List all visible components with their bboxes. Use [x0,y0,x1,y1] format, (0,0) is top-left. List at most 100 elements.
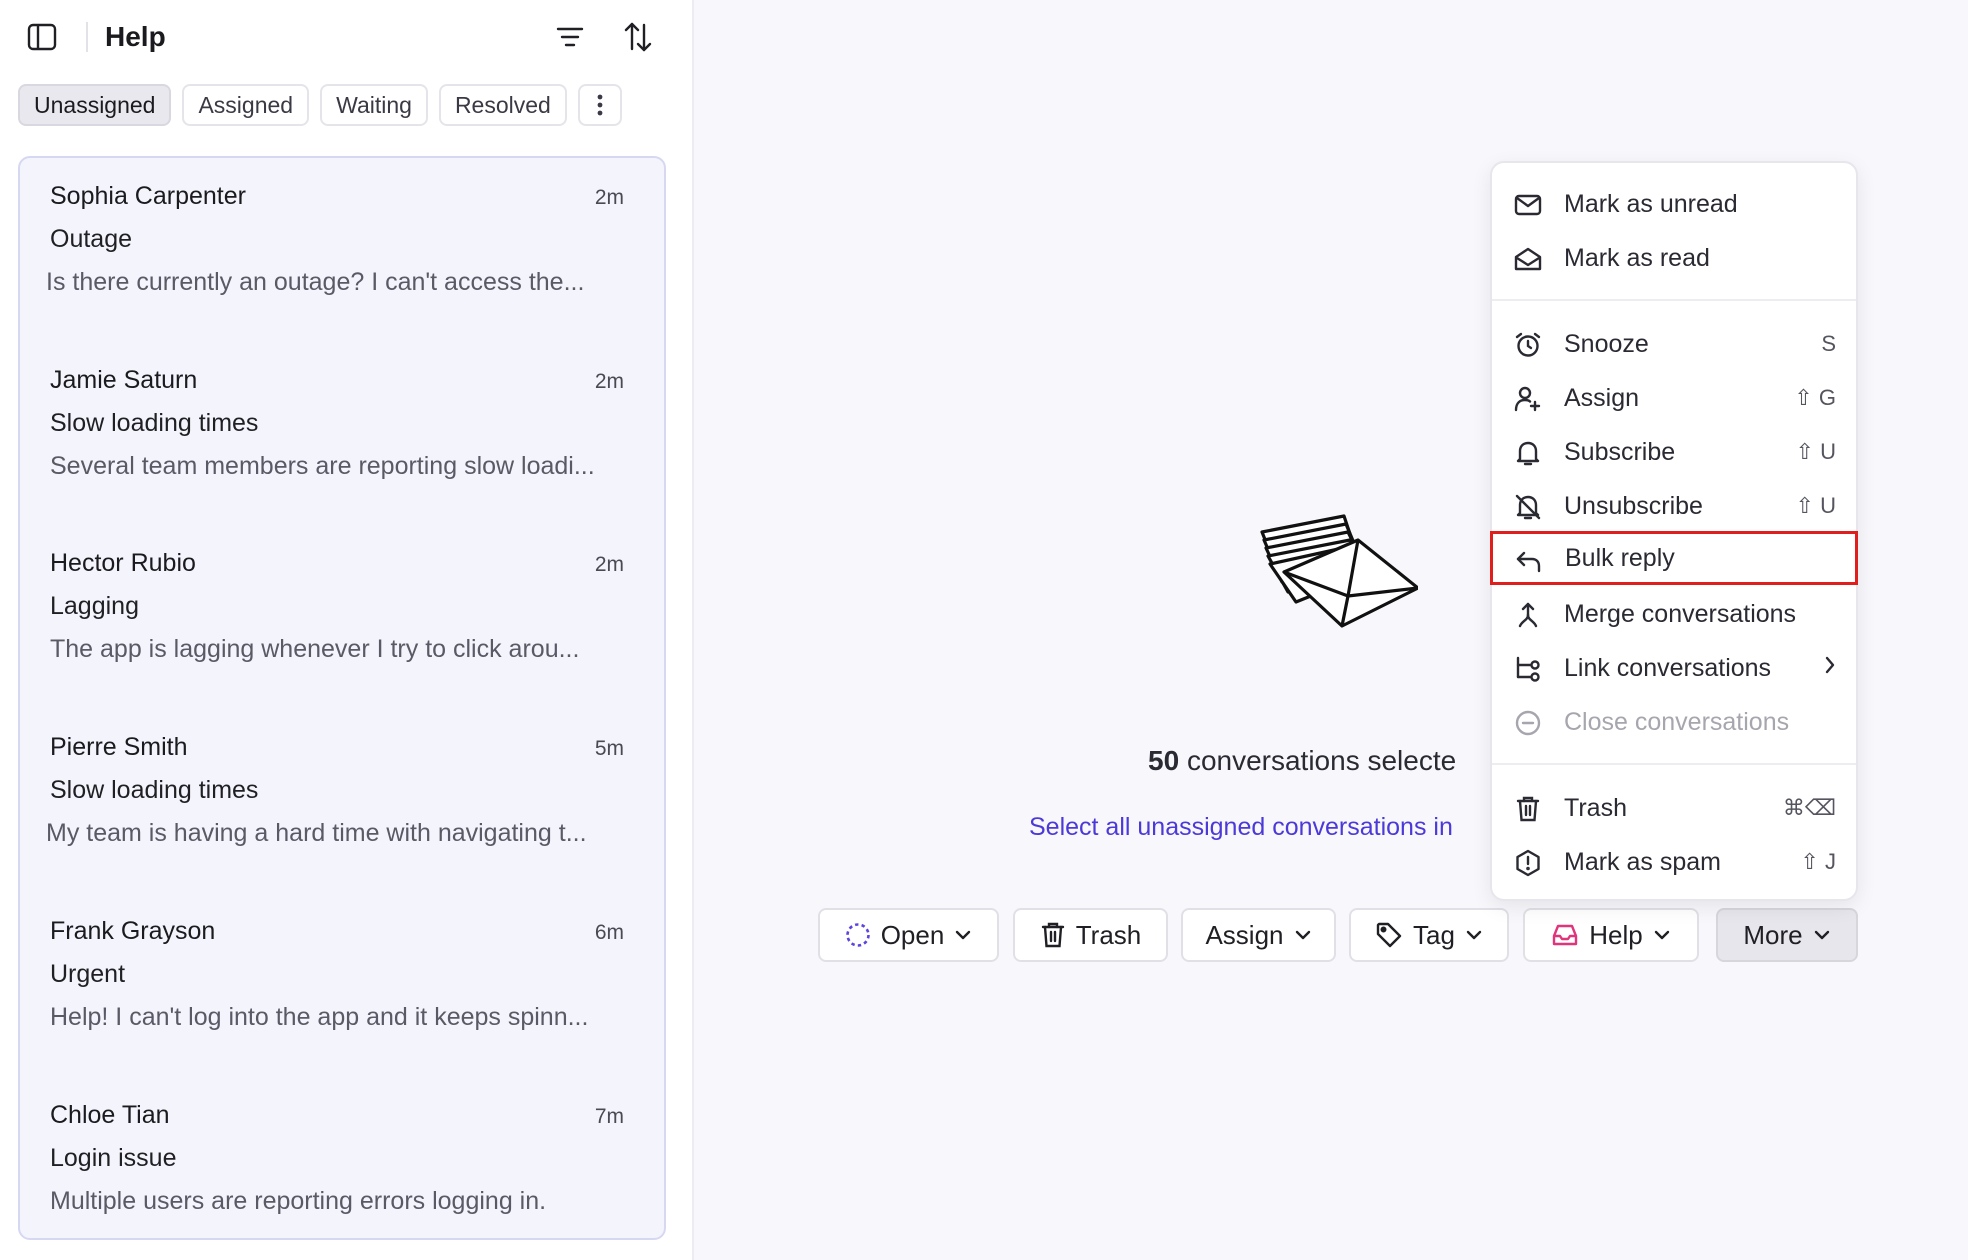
filter-button[interactable] [552,20,588,54]
trash-icon [1514,795,1542,823]
conversation-preview: My team is having a hard time with navig… [46,819,587,847]
menu-item-merge[interactable]: Merge conversations [1492,587,1856,641]
status-open-button[interactable]: Open [818,908,999,962]
menu-item-mark-read[interactable]: Mark as read [1492,231,1856,285]
conversation-preview: Is there currently an outage? I can't ac… [46,268,585,296]
tab-assigned[interactable]: Assigned [182,84,310,126]
chevron-down-icon [1654,930,1669,940]
user-plus-icon [1514,385,1542,413]
conversation-item[interactable]: Chloe Tian 7m Login issue Multiple users… [20,1077,664,1238]
conversation-sender: Chloe Tian [50,1101,170,1129]
conversation-subject: Urgent [50,960,126,988]
conversation-item[interactable]: Pierre Smith 5m Slow loading times My te… [20,709,664,893]
conversation-subject: Lagging [50,592,139,620]
assign-button[interactable]: Assign [1181,908,1336,962]
conversation-sidebar: Help Unassigned Assigned Waiting Resolve… [0,0,694,1260]
conversation-subject: Outage [50,225,133,253]
conversation-subject: Login issue [50,1144,177,1172]
conversation-time: 5m [594,737,624,760]
chevron-down-icon [1466,930,1482,940]
conversation-sender: Pierre Smith [50,733,188,761]
reply-icon [1515,548,1543,576]
menu-item-bulk-reply[interactable]: Bulk reply [1490,531,1858,585]
selected-count-number: 50 [1148,745,1180,776]
menu-item-trash[interactable]: Trash ⌘⌫ [1492,781,1856,835]
menu-separator [1492,299,1856,301]
conversation-sender: Hector Rubio [50,549,196,577]
sort-button[interactable] [620,18,656,56]
menu-item-shortcut: ⌘⌫ [1782,795,1836,820]
selected-count-label: conversations selecte [1186,745,1457,776]
menu-item-label: Mark as spam [1564,847,1721,876]
conversation-preview: Multiple users are reporting errors logg… [50,1187,547,1215]
menu-item-subscribe[interactable]: Subscribe ⇧ U [1492,425,1856,479]
menu-item-unsubscribe[interactable]: Unsubscribe ⇧ U [1492,479,1856,533]
menu-item-label: Subscribe [1564,437,1676,466]
menu-item-shortcut: ⇧ G [1794,385,1836,410]
menu-item-label: Mark as read [1564,243,1710,272]
conversation-item[interactable]: Jamie Saturn 2m Slow loading times Sever… [20,342,664,526]
more-button-label: More [1743,919,1803,950]
conversation-sender: Jamie Saturn [50,366,198,394]
menu-item-label: Merge conversations [1564,599,1797,628]
more-button[interactable]: More [1716,908,1858,962]
tab-unassigned[interactable]: Unassigned [18,84,172,126]
conversation-item[interactable]: Frank Grayson 6m Urgent Help! I can't lo… [20,893,664,1077]
sidebar-header: Help [0,0,694,72]
open-button-label: Open [880,919,945,950]
tag-button-label: Tag [1413,919,1455,950]
conversation-subject: Slow loading times [50,776,259,804]
menu-item-shortcut: S [1821,331,1836,356]
conversation-item[interactable]: Sophia Carpenter 2m Outage Is there curr… [20,158,664,342]
tabs-more-button[interactable] [577,84,622,126]
more-actions-menu: Mark as unread Mark as read Snooze S Ass… [1490,161,1858,901]
warning-octagon-icon [1514,849,1542,877]
chevron-down-icon [1814,930,1829,940]
select-all-link[interactable]: Select all unassigned conversations in [1029,813,1453,842]
conversation-sender: Frank Grayson [50,917,216,945]
menu-item-spam[interactable]: Mark as spam ⇧ J [1492,835,1856,889]
inbox-help-button[interactable]: Help [1523,908,1699,962]
trash-button-label: Trash [1075,919,1142,950]
assign-button-label: Assign [1205,919,1284,950]
menu-item-label: Close conversations [1564,707,1790,736]
conversation-list: Sophia Carpenter 2m Outage Is there curr… [18,156,666,1240]
menu-item-shortcut: ⇧ U [1795,439,1836,464]
page-title: Help [105,21,166,52]
menu-item-label: Assign [1564,383,1640,412]
filter-icon [556,27,584,47]
menu-item-assign[interactable]: Assign ⇧ G [1492,371,1856,425]
tab-resolved[interactable]: Resolved [438,84,567,126]
conversation-sender: Sophia Carpenter [50,182,246,210]
open-status-icon [845,923,870,947]
menu-item-shortcut: ⇧ U [1795,493,1836,518]
envelope-open-icon [1514,245,1542,273]
header-divider [86,22,88,52]
menu-item-close[interactable]: Close conversations [1492,695,1856,749]
menu-item-link[interactable]: Link conversations [1492,641,1856,695]
envelope-icon [1514,191,1542,219]
menu-item-label: Snooze [1564,329,1649,358]
sidebar-panel-icon [27,23,57,51]
conversation-item[interactable]: Hector Rubio 2m Lagging The app is laggi… [20,525,664,709]
menu-item-label: Bulk reply [1565,543,1675,572]
alarm-clock-icon [1514,331,1542,359]
bell-icon [1514,439,1542,467]
conversation-subject: Slow loading times [50,409,259,437]
conversation-preview: Several team members are reporting slow … [50,452,595,480]
link-tree-icon [1514,655,1542,683]
conversation-preview: Help! I can't log into the app and it ke… [50,1003,589,1031]
tab-waiting[interactable]: Waiting [320,84,428,126]
menu-item-mark-unread[interactable]: Mark as unread [1492,177,1856,231]
trash-button[interactable]: Trash [1013,908,1168,962]
tag-button[interactable]: Tag [1349,908,1509,962]
selected-count-text: 50 conversations selecte [1148,745,1456,777]
bell-off-icon [1514,493,1542,521]
conversation-time: 2m [594,553,624,576]
sidebar-toggle-button[interactable] [24,20,60,54]
tag-icon [1376,922,1402,948]
chevron-down-icon [956,930,971,940]
menu-item-snooze[interactable]: Snooze S [1492,317,1856,371]
menu-item-label: Trash [1564,793,1627,822]
chevron-right-icon [1824,655,1836,681]
